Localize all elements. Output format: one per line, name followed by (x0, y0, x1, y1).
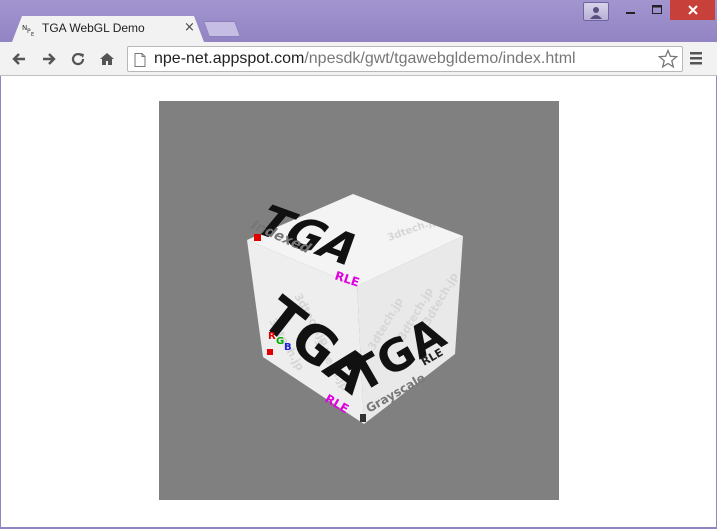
profile-icon (590, 6, 602, 19)
home-button[interactable] (96, 48, 118, 70)
url-path: /npesdk/gwt/tgawebgldemo/index.html (304, 50, 576, 67)
right-face-dark-marker (360, 414, 366, 422)
toolbar: npe-net.appspot.com/npesdk/gwt/tgawebgld… (0, 42, 717, 76)
forward-arrow-icon (43, 53, 56, 65)
left-face-b: B (284, 342, 292, 353)
bookmark-star-button[interactable] (657, 48, 679, 73)
webgl-canvas[interactable]: 3dtech.jp 3dtech.jp 3dtech.jp 3dtech.jp … (159, 101, 559, 500)
top-face-red-marker (254, 234, 261, 241)
reload-button[interactable] (67, 48, 89, 70)
svg-text:E: E (31, 32, 34, 36)
menu-icon (690, 52, 702, 65)
star-icon (657, 48, 679, 69)
left-face-r: R (268, 331, 276, 342)
browser-window: N P E TGA WebGL Demo × npe-net.appspot.c… (0, 0, 717, 529)
minimize-icon (626, 12, 635, 14)
favicon-icon: N P E (22, 22, 36, 38)
tab-close-button[interactable]: × (184, 20, 195, 35)
forward-button[interactable] (38, 48, 60, 70)
tab-title: TGA WebGL Demo (42, 21, 145, 35)
left-face-red-marker (267, 349, 273, 355)
back-arrow-icon (12, 53, 25, 65)
minimize-button[interactable] (618, 0, 644, 20)
close-window-button[interactable] (670, 0, 715, 20)
chrome-menu-button[interactable] (688, 50, 704, 70)
new-tab-button[interactable] (203, 21, 241, 37)
left-face-g: G (276, 336, 284, 347)
url-text[interactable]: npe-net.appspot.com/npesdk/gwt/tgawebgld… (154, 50, 576, 68)
maximize-icon (651, 5, 662, 14)
page-icon (134, 52, 146, 71)
home-icon (100, 53, 114, 65)
url-host: npe-net.appspot.com (154, 50, 305, 67)
profile-button[interactable] (583, 2, 609, 21)
address-bar[interactable]: npe-net.appspot.com/npesdk/gwt/tgawebgld… (127, 46, 683, 72)
tab-tga-webgl-demo[interactable]: N P E TGA WebGL Demo × (12, 16, 204, 42)
tga-cube: 3dtech.jp 3dtech.jp 3dtech.jp 3dtech.jp … (243, 194, 463, 424)
back-button[interactable] (8, 48, 30, 70)
page-viewport: 3dtech.jp 3dtech.jp 3dtech.jp 3dtech.jp … (1, 76, 716, 527)
close-icon (687, 5, 698, 15)
reload-icon (71, 52, 85, 66)
maximize-button[interactable] (644, 0, 670, 20)
